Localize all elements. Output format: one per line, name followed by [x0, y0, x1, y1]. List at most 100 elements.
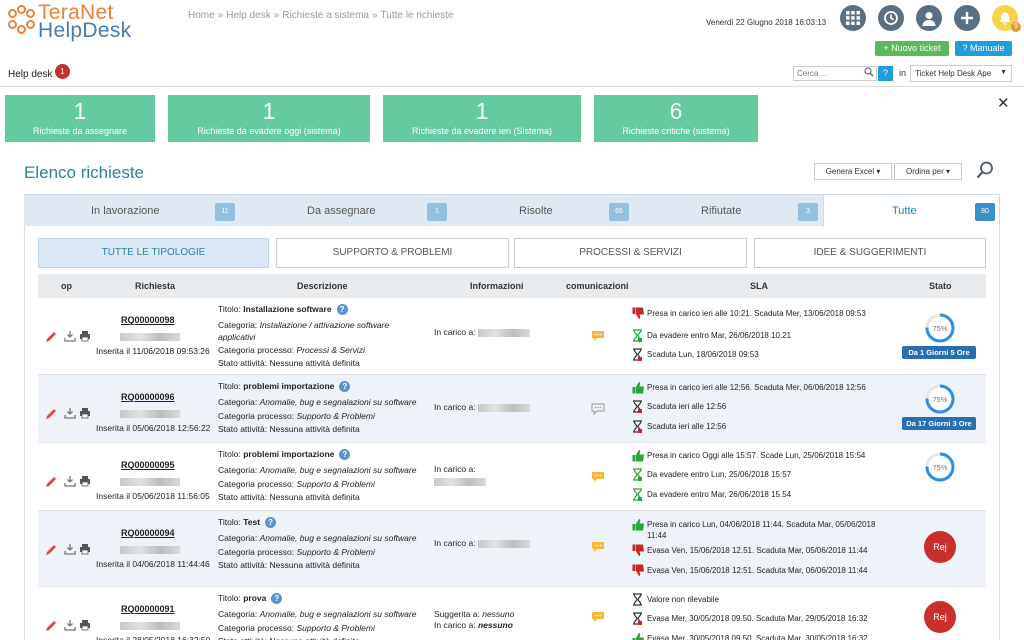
logo-text-helpdesk: HelpDesk: [38, 19, 132, 42]
close-icon[interactable]: ✕: [997, 94, 1010, 112]
pencil-icon[interactable]: [45, 620, 57, 632]
kpi-card-da-assegnare[interactable]: 1 Richieste da assegnare: [5, 95, 155, 142]
new-ticket-button[interactable]: + Nuovo ticket: [875, 41, 949, 56]
printer-icon[interactable]: [79, 619, 91, 631]
hourglass-green-icon: [632, 329, 644, 343]
search-help-button[interactable]: ?: [878, 66, 893, 81]
info-icon[interactable]: ?: [265, 517, 277, 528]
sla-line: Evasa Ven, 15/06/2018 12.51. Scaduta Mar…: [647, 546, 868, 555]
kpi-card-oggi[interactable]: 1 Richieste da evadere oggi (sistema): [168, 95, 370, 142]
tab-risolte[interactable]: Risolte 65: [455, 194, 630, 226]
request-id-link[interactable]: RQ00000096: [121, 391, 175, 403]
printer-icon[interactable]: [79, 407, 91, 419]
info-icon[interactable]: ?: [339, 381, 351, 392]
filter-processi-servizi[interactable]: PROCESSI & SERVIZI: [514, 238, 747, 268]
header-sla: SLA: [750, 281, 768, 291]
progress-text: 75%: [932, 395, 947, 404]
pencil-icon[interactable]: [45, 544, 57, 556]
request-id-link[interactable]: RQ00000098: [121, 314, 175, 326]
chat-bubble-icon[interactable]: [591, 611, 605, 623]
logo-mark-icon: [6, 5, 36, 39]
download-icon[interactable]: [64, 407, 76, 419]
description-activity: Stato attività: Nessuna attività definit…: [218, 424, 360, 434]
table-row[interactable]: RQ00000098 Inserita il 11/06/2018 09:53:2…: [38, 298, 986, 375]
table-row[interactable]: RQ00000091 Inserita il 28/05/2018 16:32:5…: [38, 587, 986, 640]
hourglass-green-icon: [632, 488, 644, 502]
add-button[interactable]: [954, 5, 980, 31]
download-icon[interactable]: [64, 330, 76, 342]
filter-tutte-tipologie[interactable]: TUTTE LE TIPOLOGIE: [38, 238, 269, 268]
sla-line: Da evadere entro Lun, 25/06/2018 15:57: [647, 470, 792, 479]
request-id-link[interactable]: RQ00000091: [121, 603, 175, 615]
status-badge: Da 1 Giorni 5 Ore: [902, 346, 976, 359]
info-assigned: In carico a:: [434, 537, 530, 549]
pencil-icon[interactable]: [45, 331, 57, 343]
info-icon[interactable]: ?: [336, 304, 348, 315]
generate-excel-button[interactable]: Genera Excel ▾: [814, 163, 892, 180]
chat-bubble-icon[interactable]: [591, 541, 605, 553]
history-button[interactable]: [878, 5, 904, 31]
thumb-down-icon: [632, 564, 644, 578]
inserted-date: Inserita il 05/06/2018 11:56:05: [96, 491, 210, 501]
breadcrumb-helpdesk[interactable]: Help desk: [226, 10, 270, 21]
sla-line: Evasa Mer, 30/05/2018 09.50. Scaduta Mar…: [647, 634, 868, 640]
download-icon[interactable]: [64, 543, 76, 555]
kpi-card-ieri[interactable]: 1 Richieste da evadere ieri (Sistema): [383, 95, 581, 142]
search-icon[interactable]: [976, 161, 994, 179]
printer-icon[interactable]: [79, 330, 91, 342]
description-category: Categoria: Anomalie, bug e segnalazioni …: [218, 533, 417, 543]
request-id-link[interactable]: RQ00000094: [121, 527, 175, 539]
chat-bubble-empty-icon[interactable]: [591, 403, 605, 416]
breadcrumb-richieste[interactable]: Richieste a sistema: [282, 10, 369, 21]
status-badge: Da 17 Giorni 3 Ore: [902, 417, 976, 430]
user-profile-button[interactable]: [916, 5, 942, 31]
info-icon[interactable]: ?: [271, 593, 283, 604]
hourglass-red-icon: [632, 612, 644, 626]
sort-by-button[interactable]: Ordina per ▾: [894, 163, 962, 180]
sla-line: Presa in carico Lun, 04/06/2018 11:44. S…: [647, 520, 876, 540]
pencil-icon[interactable]: [45, 476, 57, 488]
tab-label: Tutte: [892, 205, 917, 217]
chat-bubble-icon[interactable]: [591, 330, 605, 342]
breadcrumb-home[interactable]: Home: [188, 10, 215, 21]
chat-bubble-icon[interactable]: [591, 471, 605, 483]
top-header: TeraNet HelpDesk Home» Help desk» Richiest…: [0, 0, 1024, 62]
teranet-logo[interactable]: TeraNet HelpDesk: [6, 2, 132, 42]
search-scope-select[interactable]: Ticket Help Desk Ape ▼: [910, 65, 1012, 82]
printer-icon[interactable]: [79, 543, 91, 555]
breadcrumb-tutte: Tutte le richieste: [380, 10, 454, 21]
progress-ring: 75%: [925, 384, 955, 414]
user-icon: [922, 12, 936, 26]
requester-redacted: [120, 619, 180, 631]
tab-count: 11: [215, 203, 235, 221]
filter-idee-suggerimenti[interactable]: IDEE & SUGGERIMENTI: [754, 238, 986, 268]
download-icon[interactable]: [64, 475, 76, 487]
tab-count: 3: [798, 203, 818, 221]
table-row[interactable]: RQ00000095 Inserita il 05/06/2018 11:56:0…: [38, 443, 986, 511]
download-icon[interactable]: [64, 619, 76, 631]
thumb-down-icon: [632, 307, 644, 321]
filter-supporto-problemi[interactable]: SUPPORTO & PROBLEMI: [276, 238, 509, 268]
tab-rifiutate[interactable]: Rifiutate 3: [630, 194, 823, 226]
description-title: Titolo: problemi importazione?: [218, 380, 418, 392]
info-icon[interactable]: ?: [339, 449, 351, 460]
search-icon[interactable]: [864, 67, 874, 77]
tab-tutte[interactable]: Tutte 80: [823, 194, 1000, 227]
description-process: Categoria processo: Supporto & Problemi: [218, 479, 375, 489]
header-comunicazioni: comunicazioni: [566, 281, 629, 291]
info-assigned: In carico a:: [434, 401, 530, 413]
printer-icon[interactable]: [79, 475, 91, 487]
request-id-link[interactable]: RQ00000095: [121, 459, 175, 471]
nav-helpdesk-link[interactable]: Help desk: [8, 69, 52, 80]
pencil-icon[interactable]: [45, 408, 57, 420]
header-informazioni: Informazioni: [470, 281, 524, 291]
kpi-card-critiche[interactable]: 6 Richieste critiche (sistema): [594, 95, 758, 142]
tab-da-assegnare[interactable]: Da assegnare 1: [244, 194, 455, 226]
requester-redacted: [120, 407, 180, 419]
table-row[interactable]: RQ00000096 Inserita il 05/06/2018 12:56:2…: [38, 375, 986, 443]
tab-in-lavorazione[interactable]: In lavorazione 11: [24, 194, 244, 226]
inserted-date: Inserita il 05/06/2018 12:56:22: [96, 423, 211, 433]
manual-button[interactable]: ? Manuale: [955, 41, 1012, 56]
table-row[interactable]: RQ00000094 Inserita il 04/06/2018 11:44:4…: [38, 511, 986, 587]
apps-grid-button[interactable]: [840, 5, 866, 31]
